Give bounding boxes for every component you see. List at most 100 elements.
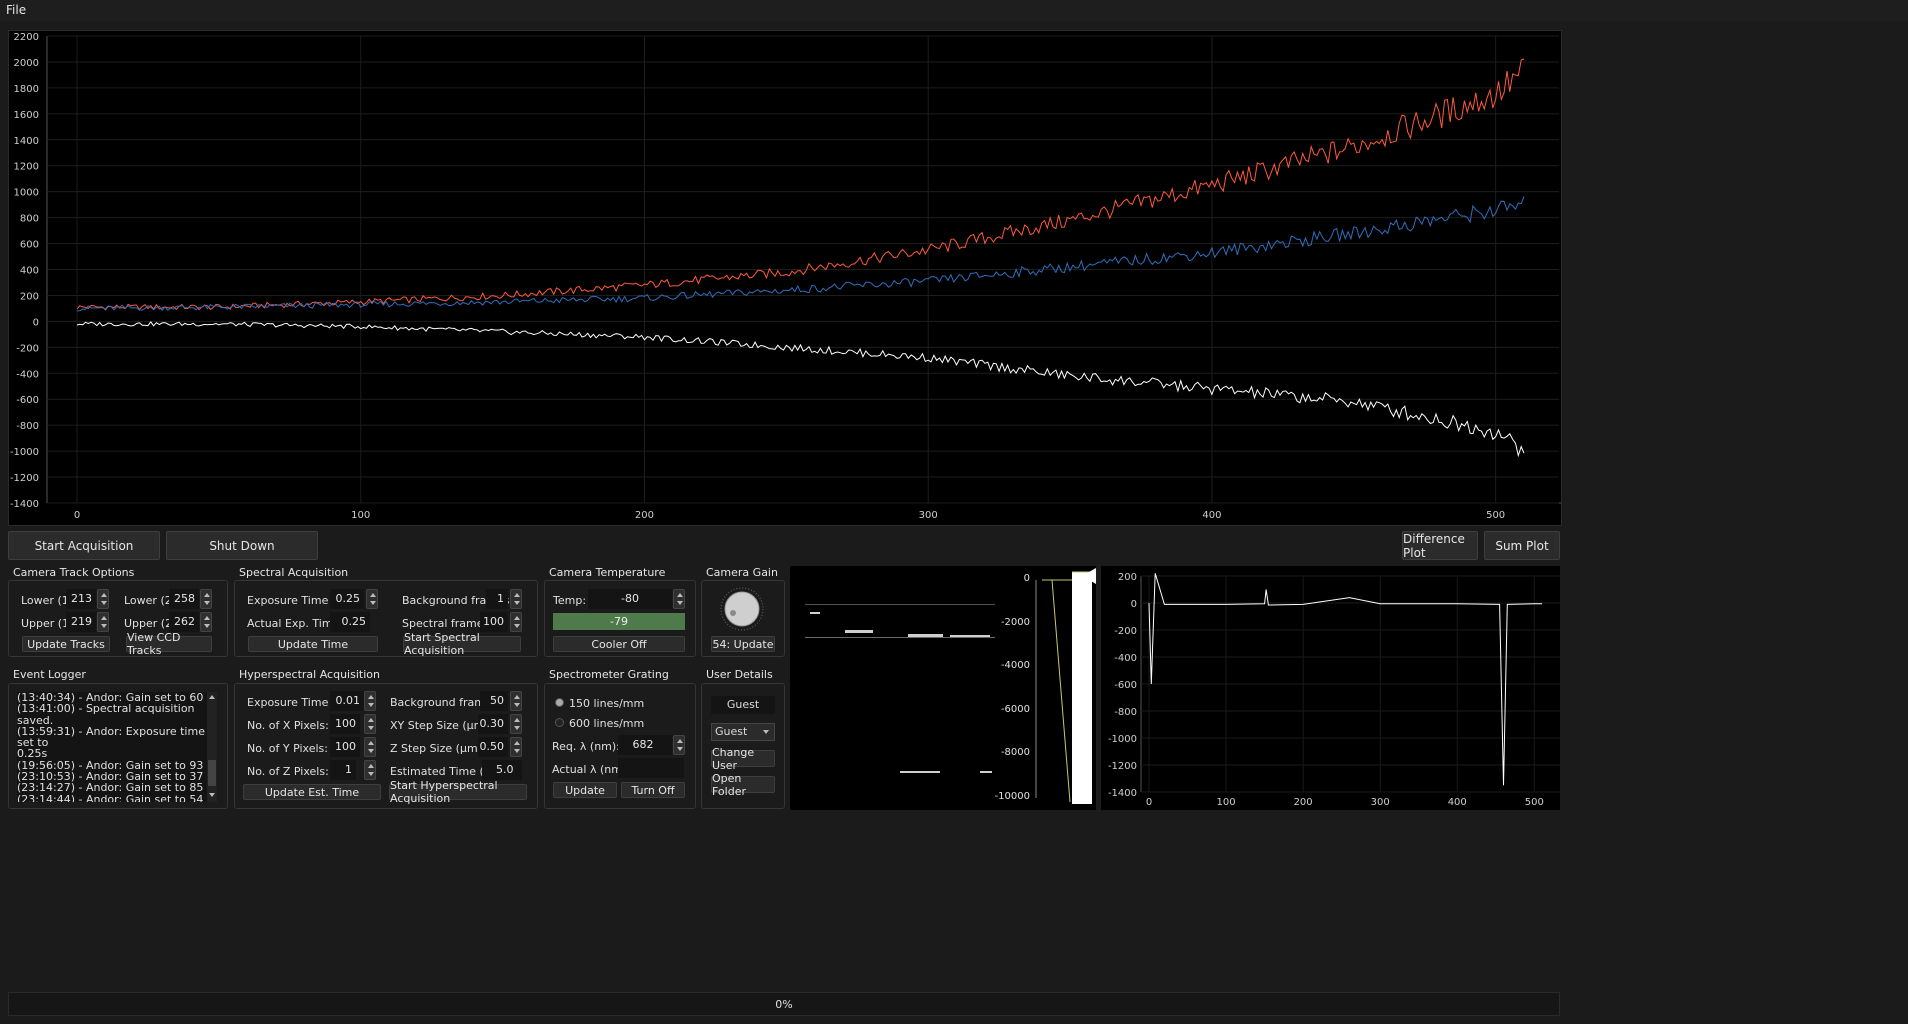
ypix-input[interactable]: 100 (330, 737, 360, 757)
spectral-frames-input[interactable]: 100 (480, 612, 508, 632)
spectral-frames-stepper[interactable] (510, 612, 522, 632)
x-tick-label: 0 (74, 510, 80, 521)
xpix-input[interactable]: 100 (330, 714, 360, 734)
small-y-tick-label: -600 (1114, 680, 1137, 691)
y-tick-label: 1000 (14, 188, 39, 199)
small-spectrum-plot: 200 0 -200 -400 -600 -800 -1000 -1200 -1400 0 100 2… (1108, 572, 1560, 808)
small-spectrum-panel: 200 0 -200 -400 -600 -800 -1000 -1200 -1400 0 100 2… (1101, 566, 1560, 810)
zpix-input[interactable]: 1 (330, 760, 356, 780)
upper2-input[interactable]: 262 (169, 612, 199, 632)
y-tick-label: 2200 (14, 32, 39, 43)
x-tick-label: 200 (635, 510, 654, 521)
profile-y-tick-label: -6000 (1000, 703, 1030, 715)
log-scrollbar[interactable] (207, 692, 217, 802)
log-line: (23:14:44) - Andor: Gain set to 54 (17, 792, 204, 802)
y-tick-label: 1200 (14, 162, 39, 173)
y-tick-label: 1800 (14, 84, 39, 95)
difference-plot-button[interactable]: Difference Plot (1402, 531, 1478, 560)
gain-dial[interactable] (719, 586, 765, 632)
z-step-input[interactable]: 0.50 (478, 737, 508, 757)
shut-down-button[interactable]: Shut Down (166, 531, 318, 560)
y-tick-label: -800 (16, 421, 39, 432)
update-tracks-button[interactable]: Update Tracks (22, 636, 110, 652)
chevron-down-icon (763, 730, 769, 734)
req-wavelength-input[interactable]: 682 (618, 735, 672, 755)
temp-input[interactable]: -80 (588, 589, 672, 609)
xy-step-input[interactable]: 0.30 (478, 714, 508, 734)
y-tick-label: -1200 (10, 473, 39, 484)
spectral-exposure-input[interactable]: 0.25 (330, 589, 364, 609)
grating-600-radio[interactable] (555, 718, 564, 727)
hyper-exposure-input[interactable]: 0.01 (330, 691, 364, 711)
spectral-bg-stepper[interactable] (510, 589, 522, 609)
log-scroll-down-icon[interactable] (209, 793, 215, 797)
change-user-button[interactable]: Change User (711, 746, 775, 772)
series-line (76, 321, 1525, 458)
temp-label: Temp: (553, 594, 587, 607)
xy-step-stepper[interactable] (510, 714, 522, 734)
y-tick-label: 800 (20, 214, 39, 225)
event-log: (13:40:34) - Andor: Gain set to 60 (13:41… (17, 692, 207, 802)
ypix-stepper[interactable] (364, 737, 376, 757)
small-x-tick-label: 100 (1217, 797, 1236, 808)
small-y-tick-label: -400 (1114, 653, 1137, 664)
start-acquisition-button[interactable]: Start Acquisition (8, 531, 160, 560)
x-tick-label: 100 (351, 510, 370, 521)
log-scroll-thumb[interactable] (208, 760, 216, 786)
menu-bar: File (0, 0, 1908, 22)
series-line (76, 58, 1525, 311)
zpix-stepper[interactable] (364, 760, 376, 780)
hyper-bg-input[interactable]: 50 (480, 691, 508, 711)
hyper-bg-stepper[interactable] (510, 691, 522, 711)
small-y-tick-label: 200 (1118, 572, 1137, 583)
req-wavelength-label: Req. λ (nm): (552, 740, 620, 753)
xpix-stepper[interactable] (364, 714, 376, 734)
open-folder-button[interactable]: Open Folder (711, 772, 775, 798)
log-scroll-up-icon[interactable] (209, 695, 215, 699)
cooler-off-button[interactable]: Cooler Off (553, 636, 685, 652)
lower2-input[interactable]: 258 (169, 589, 199, 609)
main-plot-svg: 2200200018001600140012001000800600400200… (10, 32, 1561, 521)
user-select[interactable]: Guest (711, 723, 775, 741)
y-tick-label: 400 (20, 266, 39, 277)
y-tick-label: 2000 (14, 58, 39, 69)
ccd-image-panel (790, 566, 1034, 810)
gain-update-button[interactable]: 54: Update (711, 636, 775, 652)
sum-plot-button[interactable]: Sum Plot (1484, 531, 1560, 560)
menu-file[interactable]: File (6, 3, 26, 17)
upper1-stepper[interactable] (97, 612, 109, 632)
req-wavelength-stepper[interactable] (673, 735, 685, 755)
temp-stepper[interactable] (673, 589, 685, 609)
profile-y-tick-label: -2000 (1000, 616, 1030, 628)
grating-600-label[interactable]: 600 lines/mm (569, 717, 644, 730)
y-tick-label: 0 (33, 317, 39, 328)
y-tick-label: -1400 (10, 499, 39, 510)
start-spectral-button[interactable]: Start Spectral Acquisition (403, 631, 521, 657)
small-y-tick-label: -1200 (1108, 761, 1137, 772)
upper1-input[interactable]: 219 (66, 612, 96, 632)
y-tick-label: 1400 (14, 136, 39, 147)
ccd-image (805, 604, 995, 773)
hyper-exposure-stepper[interactable] (364, 691, 376, 711)
y-tick-label: -1000 (10, 447, 39, 458)
update-time-button[interactable]: Update Time (248, 636, 378, 652)
start-hyperspectral-button[interactable]: Start Hyperspectral Acquisition (389, 779, 527, 805)
view-ccd-tracks-button[interactable]: View CCD Tracks (126, 631, 212, 657)
actual-wavelength-value (618, 758, 684, 778)
grating-150-radio[interactable] (555, 698, 564, 707)
update-est-time-button[interactable]: Update Est. Time (243, 784, 381, 800)
grating-update-button[interactable]: Update (553, 782, 617, 798)
spectral-bg-input[interactable]: 1 (486, 589, 508, 609)
main-spectrum-plot[interactable]: 2200 2000 1800 1600 1400 1200 1000 800 600 400 200… (8, 30, 1562, 526)
lower1-stepper[interactable] (97, 589, 109, 609)
est-time-value: 5.0 (482, 760, 522, 780)
lower2-stepper[interactable] (200, 589, 212, 609)
small-y-tick-label: -800 (1114, 707, 1137, 718)
grating-150-label[interactable]: 150 lines/mm (569, 697, 644, 710)
z-step-stepper[interactable] (510, 737, 522, 757)
spectral-exposure-stepper[interactable] (366, 589, 378, 609)
log-line: (13:41:00) - Spectral acquisition saved. (17, 702, 195, 727)
lower1-input[interactable]: 213 (66, 589, 96, 609)
upper2-stepper[interactable] (200, 612, 212, 632)
grating-turn-off-button[interactable]: Turn Off (621, 782, 685, 798)
